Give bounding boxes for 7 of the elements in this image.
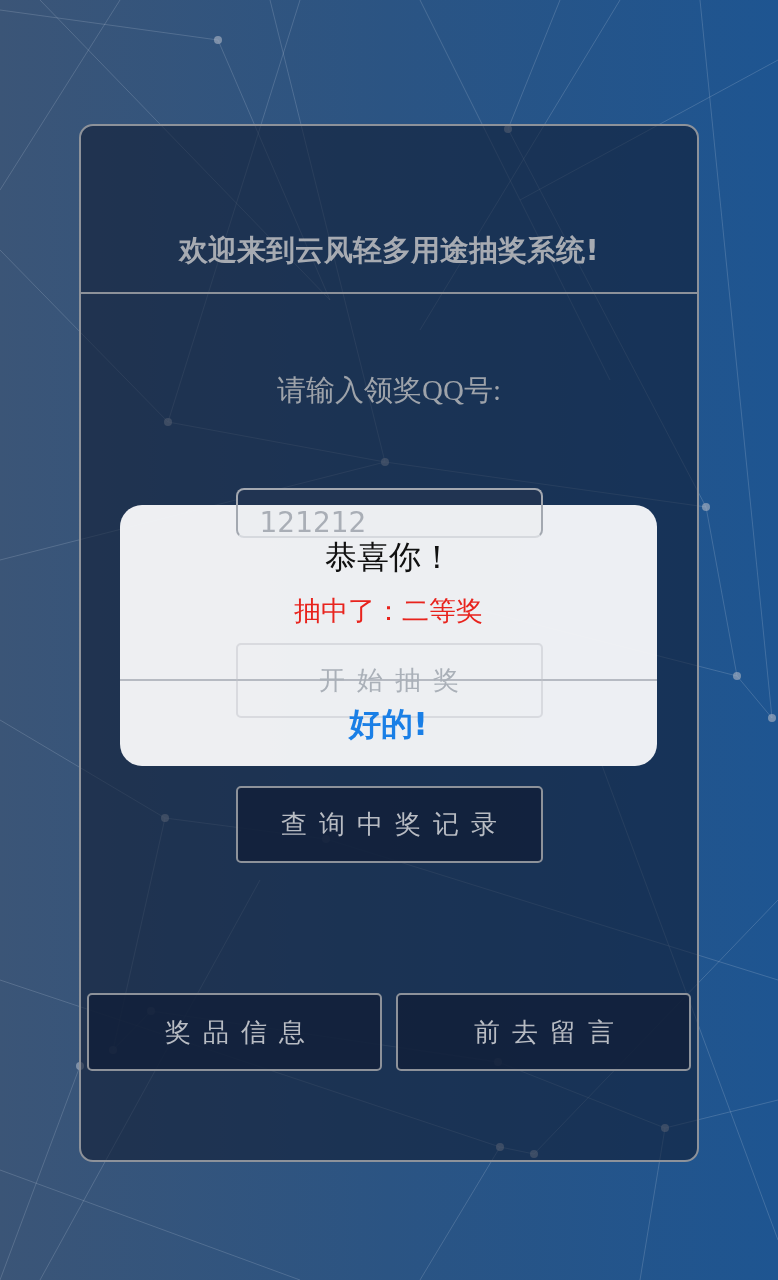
dialog-title: 恭喜你！ — [324, 540, 453, 574]
prize-message: 抽中了：二等奖 — [294, 595, 483, 627]
prize-info-button[interactable]: 奖品信息 — [87, 993, 382, 1071]
qq-label: 请输入领奖QQ号: — [277, 373, 501, 408]
query-records-button[interactable]: 查询中奖记录 — [235, 786, 543, 863]
leave-message-button[interactable]: 前去留言 — [396, 993, 691, 1071]
welcome-title: 欢迎来到云风轻多用途抽奖系统! — [179, 232, 599, 269]
